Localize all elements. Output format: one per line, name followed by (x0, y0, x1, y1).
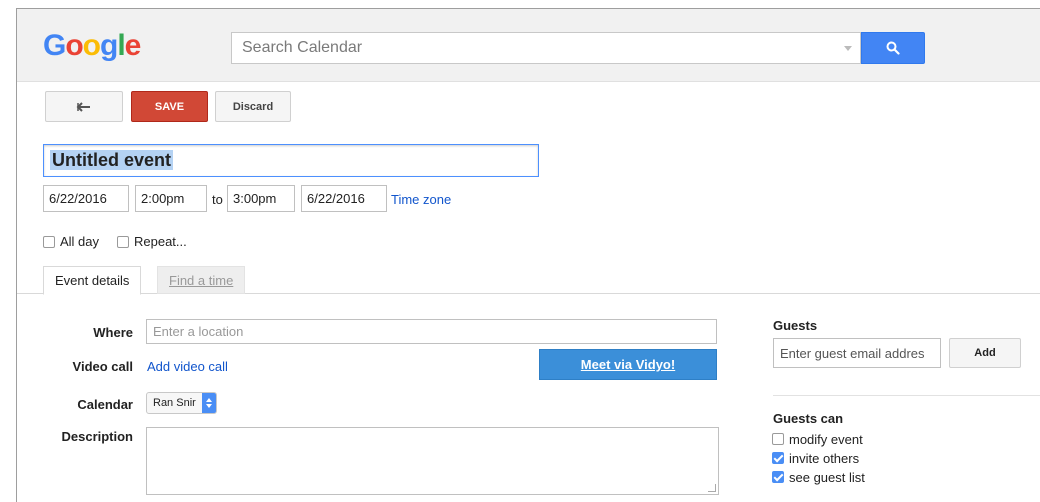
description-label: Description (61, 429, 133, 444)
calendar-select-value: Ran Snir (153, 397, 196, 409)
video-call-label: Video call (72, 359, 133, 374)
see-guest-list-checkbox[interactable] (772, 470, 784, 483)
option-label: invite others (789, 451, 860, 466)
guest-email-input[interactable]: Enter guest email addres (773, 338, 941, 368)
logo-letter: l (117, 29, 125, 62)
all-day-option[interactable]: All day (43, 234, 99, 249)
where-label: Where (93, 325, 133, 340)
all-day-checkbox[interactable] (43, 235, 55, 248)
tab-find-a-time[interactable]: Find a time (157, 266, 246, 294)
end-time-field[interactable]: 3:00pm (227, 185, 295, 212)
invite-others-checkbox[interactable] (772, 451, 784, 464)
guest-option-see-guest-list[interactable]: see guest list (772, 470, 865, 485)
calendar-window: Google SAVE Discard Untitled event 6/22/… (16, 8, 1040, 502)
guest-option-invite-others[interactable]: invite others (772, 451, 859, 466)
logo-letter: o (65, 29, 83, 62)
event-title-input[interactable]: Untitled event (43, 144, 539, 177)
select-arrows-icon (201, 393, 216, 413)
save-button[interactable]: SAVE (131, 91, 208, 122)
top-bar: Google (17, 9, 1040, 82)
guest-option-modify-event[interactable]: modify event (772, 432, 863, 447)
guests-can-title: Guests can (773, 411, 844, 426)
option-label: see guest list (789, 470, 865, 485)
tab-event-details[interactable]: Event details (43, 266, 142, 295)
all-day-label: All day (60, 234, 100, 249)
to-label: to (212, 192, 223, 207)
calendar-select[interactable]: Ran Snir (146, 392, 217, 414)
search-input[interactable] (232, 33, 860, 63)
logo-letter: g (100, 29, 118, 62)
discard-button[interactable]: Discard (215, 91, 291, 122)
logo-letter: o (82, 29, 101, 62)
resize-grip-icon[interactable] (708, 484, 716, 492)
search-dropdown-icon[interactable] (844, 46, 852, 51)
description-textarea[interactable] (146, 427, 719, 495)
end-date-field[interactable]: 6/22/2016 (301, 185, 387, 212)
back-button[interactable] (45, 91, 123, 122)
repeat-label: Repeat... (134, 234, 187, 249)
time-zone-link[interactable]: Time zone (391, 192, 451, 207)
logo-letter: G (43, 29, 66, 62)
search-icon (886, 41, 900, 55)
option-label: modify event (789, 432, 863, 447)
event-title-text: Untitled event (50, 150, 174, 170)
calendar-label: Calendar (77, 397, 133, 412)
modify-event-checkbox[interactable] (772, 432, 784, 445)
logo-letter: e (124, 29, 142, 62)
search-button[interactable] (861, 32, 925, 64)
repeat-option[interactable]: Repeat... (117, 234, 187, 249)
start-time-field[interactable]: 2:00pm (135, 185, 207, 212)
repeat-checkbox[interactable] (117, 235, 129, 248)
where-input[interactable]: Enter a location (146, 319, 717, 344)
search-box (231, 32, 861, 64)
meet-via-vidyo-button[interactable]: Meet via Vidyo! (539, 349, 717, 380)
guests-title: Guests (773, 318, 818, 333)
google-logo[interactable]: Google (43, 29, 142, 63)
back-arrow-icon (76, 101, 90, 112)
add-video-call-link[interactable]: Add video call (147, 359, 228, 374)
start-date-field[interactable]: 6/22/2016 (43, 185, 129, 212)
guests-divider (773, 395, 1040, 396)
add-guest-button[interactable]: Add (949, 338, 1021, 368)
